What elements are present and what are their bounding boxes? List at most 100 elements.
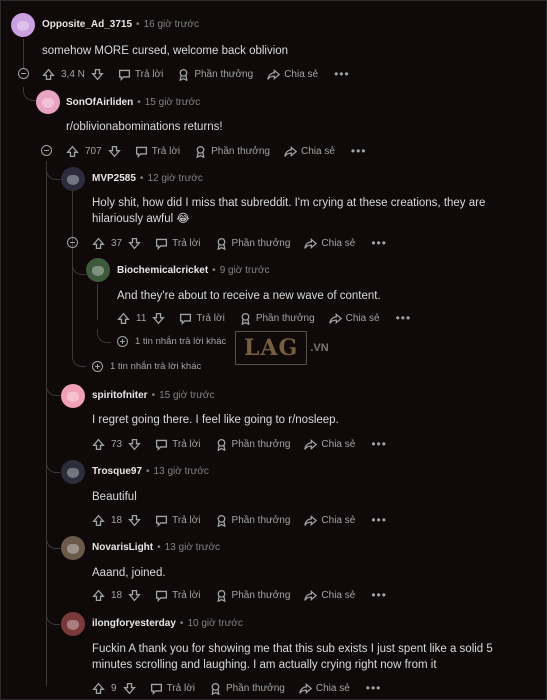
downvote-icon[interactable] <box>128 514 141 527</box>
username[interactable]: MVP2585 <box>92 173 136 184</box>
more-replies-link[interactable]: 1 tin nhắn trả lời khác <box>117 336 226 347</box>
downvote-icon[interactable] <box>128 589 141 602</box>
upvote-icon[interactable] <box>92 682 105 695</box>
more-options-button[interactable]: ••• <box>366 681 382 695</box>
share-button[interactable]: Chia sẻ <box>304 438 355 451</box>
vote-group: 9 <box>92 682 136 695</box>
reply-button[interactable]: Trả lời <box>135 145 180 158</box>
downvote-icon[interactable] <box>107 145 121 158</box>
reply-button[interactable]: Trả lời <box>155 514 201 527</box>
watermark-suffix: .VN <box>310 342 329 354</box>
upvote-icon[interactable] <box>92 589 105 602</box>
comment-header: Opposite_Ad_3715 • 16 giờ trước <box>42 19 199 30</box>
more-options-button[interactable]: ••• <box>334 67 350 81</box>
downvote-icon[interactable] <box>122 682 136 695</box>
subreddit-link[interactable]: r/oblivionabominations <box>66 121 180 133</box>
plus-icon <box>92 361 103 372</box>
comment-bubble-icon <box>118 69 130 81</box>
collapse-button[interactable] <box>41 145 52 156</box>
avatar[interactable] <box>61 384 85 408</box>
share-button[interactable]: Chia sẻ <box>267 68 318 81</box>
timestamp[interactable]: 10 giờ trước <box>187 618 242 629</box>
upvote-icon[interactable] <box>66 145 79 158</box>
avatar[interactable] <box>61 167 85 191</box>
comment-bubble-icon <box>156 238 168 250</box>
separator-dot: • <box>212 265 216 276</box>
award-button[interactable]: Phần thưởng <box>215 438 290 451</box>
reply-button[interactable]: Trả lời <box>155 237 201 250</box>
downvote-icon[interactable] <box>128 438 141 451</box>
timestamp[interactable]: 9 giờ trước <box>220 265 270 276</box>
more-options-button[interactable]: ••• <box>371 437 387 451</box>
avatar[interactable] <box>61 460 85 484</box>
username[interactable]: ilongforyesterday <box>92 618 176 629</box>
comment-bubble-icon <box>156 439 168 451</box>
reply-button[interactable]: Trả lời <box>155 438 201 451</box>
award-icon <box>211 682 220 695</box>
award-button[interactable]: Phần thưởng <box>215 237 290 250</box>
reply-button[interactable]: Trả lời <box>179 312 225 325</box>
avatar[interactable] <box>86 258 110 282</box>
thread-line[interactable] <box>72 191 73 359</box>
username[interactable]: Opposite_Ad_3715 <box>42 19 132 30</box>
upvote-icon[interactable] <box>42 68 55 81</box>
share-button[interactable]: Chia sẻ <box>304 514 355 527</box>
share-button[interactable]: Chia sẻ <box>284 145 335 158</box>
timestamp[interactable]: 15 giờ trước <box>145 97 200 108</box>
comment-text: . <box>335 414 339 426</box>
username[interactable]: Biochemicalcricket <box>117 265 208 276</box>
upvote-icon[interactable] <box>92 237 105 250</box>
share-label: Chia sẻ <box>321 589 356 601</box>
upvote-icon[interactable] <box>92 438 105 451</box>
more-options-button[interactable]: ••• <box>371 513 387 527</box>
award-button[interactable]: Phần thưởng <box>177 68 253 81</box>
reply-button[interactable]: Trả lời <box>155 589 201 602</box>
upvote-icon[interactable] <box>117 312 130 325</box>
username[interactable]: spiritofniter <box>92 390 148 401</box>
thread-line[interactable] <box>46 346 47 686</box>
thread-line[interactable] <box>46 161 47 346</box>
downvote-icon[interactable] <box>152 312 166 325</box>
award-button[interactable]: Phần thưởng <box>194 145 270 158</box>
avatar[interactable] <box>61 612 85 636</box>
timestamp[interactable]: 16 giờ trước <box>144 19 199 30</box>
reply-button[interactable]: Trả lời <box>118 68 163 81</box>
username[interactable]: SonOfAirliden <box>66 97 133 108</box>
timestamp[interactable]: 15 giờ trước <box>159 390 214 401</box>
avatar[interactable] <box>36 90 60 114</box>
comment-header: NovarisLight • 13 giờ trước <box>92 542 220 553</box>
more-options-button[interactable]: ••• <box>371 588 387 602</box>
downvote-icon[interactable] <box>128 237 141 250</box>
more-replies-link[interactable]: 1 tin nhắn trả lời khác <box>92 361 201 372</box>
username[interactable]: Trosque97 <box>92 466 142 477</box>
subreddit-link[interactable]: r/nosleep <box>288 414 335 426</box>
award-button[interactable]: Phần thưởng <box>215 514 290 527</box>
more-options-button[interactable]: ••• <box>396 311 412 325</box>
avatar[interactable] <box>11 13 35 37</box>
vote-group: 11 <box>117 312 166 325</box>
award-button[interactable]: Phần thưởng <box>209 682 285 695</box>
username[interactable]: NovarisLight <box>92 542 153 553</box>
reply-button[interactable]: Trả lời <box>150 682 195 695</box>
more-options-button[interactable]: ••• <box>351 144 367 158</box>
share-icon <box>304 237 318 249</box>
share-icon <box>304 514 318 526</box>
reply-label: Trả lời <box>196 312 225 324</box>
downvote-icon[interactable] <box>91 68 104 81</box>
award-button[interactable]: Phần thưởng <box>239 312 315 325</box>
timestamp[interactable]: 13 giờ trước <box>165 542 220 553</box>
award-button[interactable]: Phần thưởng <box>215 589 290 602</box>
timestamp[interactable]: 13 giờ trước <box>154 466 209 477</box>
comment-body: Aaand, joined. <box>92 567 166 579</box>
more-options-button[interactable]: ••• <box>371 236 387 250</box>
collapse-button[interactable] <box>67 237 78 248</box>
share-button[interactable]: Chia sẻ <box>299 682 350 695</box>
share-button[interactable]: Chia sẻ <box>328 312 380 325</box>
upvote-icon[interactable] <box>92 514 105 527</box>
avatar[interactable] <box>61 536 85 560</box>
collapse-button[interactable] <box>18 68 29 79</box>
share-button[interactable]: Chia sẻ <box>304 589 355 602</box>
comment-text: returns! <box>180 121 223 133</box>
share-button[interactable]: Chia sẻ <box>304 237 355 250</box>
timestamp[interactable]: 12 giờ trước <box>147 173 202 184</box>
